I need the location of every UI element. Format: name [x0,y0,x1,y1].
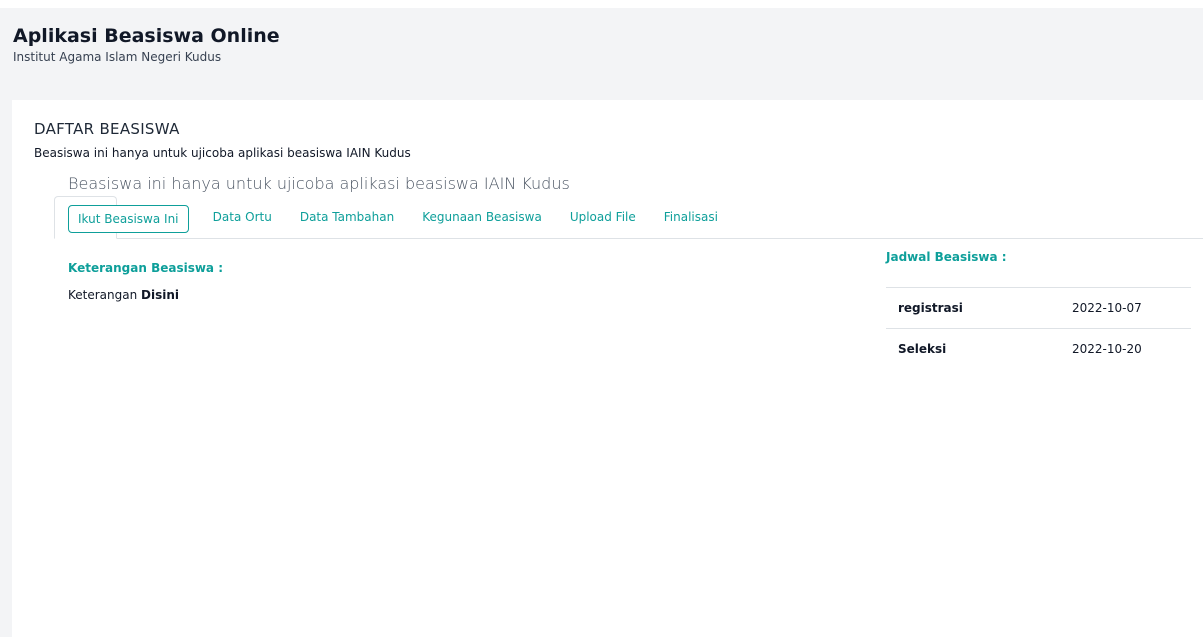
app-header: Aplikasi Beasiswa Online Institut Agama … [13,24,280,65]
table-row: registrasi 2022-10-07 [886,287,1191,329]
join-scholarship-button[interactable]: Ikut Beasiswa Ini [68,205,189,233]
tab-data-ortu[interactable]: Data Ortu [199,196,286,238]
schedule-date: 2022-10-07 [1060,287,1191,329]
schedule-label: Jadwal Beasiswa : [886,250,1007,264]
tab-upload-file[interactable]: Upload File [556,196,650,238]
info-text-bold: Disini [141,288,180,302]
schedule-name: Seleksi [886,328,1060,369]
info-text-prefix: Keterangan [68,288,138,302]
tab-kegunaan-beasiswa[interactable]: Kegunaan Beasiswa [408,196,556,238]
tab-data-tambahan[interactable]: Data Tambahan [286,196,408,238]
schedule-table: registrasi 2022-10-07 Seleksi 2022-10-20 [886,287,1191,369]
app-title: Aplikasi Beasiswa Online [13,25,280,47]
info-label: Keterangan Beasiswa : [68,261,224,275]
scholarship-lead: Beasiswa ini hanya untuk ujicoba aplikas… [68,174,570,193]
card-description: Beasiswa ini hanya untuk ujicoba aplikas… [34,146,411,160]
tab-finalisasi[interactable]: Finalisasi [650,196,732,238]
tab-bar: Detail Data Diri Data Ortu Data Tambahan… [54,196,1203,239]
schedule-date: 2022-10-20 [1060,328,1191,369]
app-subtitle: Institut Agama Islam Negeri Kudus [13,50,222,64]
schedule-name: registrasi [886,287,1060,329]
info-text: Keterangan Disini [68,288,179,302]
card-title: DAFTAR BEASISWA [34,120,180,138]
table-row: Seleksi 2022-10-20 [886,328,1191,369]
